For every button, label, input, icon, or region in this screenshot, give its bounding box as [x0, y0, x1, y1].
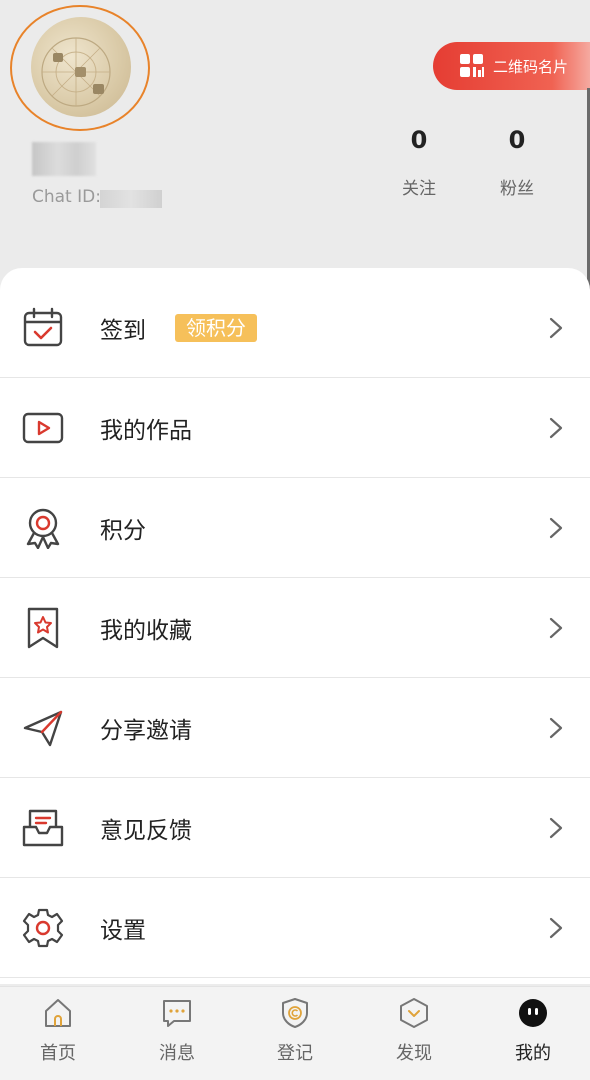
- gear-icon: [22, 908, 64, 948]
- profile-face-icon: [519, 999, 547, 1027]
- menu-label-share-invite: 分享邀请: [100, 718, 192, 744]
- chat-id-redacted: [100, 190, 162, 208]
- followers-count: 0: [508, 126, 526, 154]
- feedback-inbox-icon: [22, 809, 64, 847]
- tab-me[interactable]: 我的: [483, 987, 583, 1080]
- paper-plane-icon: [23, 710, 63, 747]
- chevron-right-icon: [549, 417, 563, 439]
- chat-id-label: Chat ID:: [32, 187, 101, 207]
- menu-label-checkin: 签到: [100, 318, 146, 344]
- following-stat[interactable]: 0 关注: [389, 126, 449, 199]
- profile-header: Chat ID: 二维码名片 0 关注 0 粉丝: [0, 0, 590, 280]
- menu-item-points[interactable]: 积分: [0, 478, 590, 578]
- menu-label-settings: 设置: [100, 918, 146, 944]
- tab-register[interactable]: 登记: [245, 987, 345, 1080]
- bottom-tab-bar: 首页 消息 登记 发现 我的: [0, 986, 590, 1080]
- chevron-right-icon: [549, 817, 563, 839]
- tab-label-messages: 消息: [159, 1043, 195, 1064]
- chevron-right-icon: [549, 517, 563, 539]
- tab-label-home: 首页: [40, 1043, 76, 1064]
- menu-label-favorites: 我的收藏: [100, 618, 192, 644]
- avatar[interactable]: [31, 17, 131, 117]
- tab-messages[interactable]: 消息: [127, 987, 227, 1080]
- points-badge: 领积分: [175, 314, 257, 342]
- tab-label-me: 我的: [515, 1043, 551, 1064]
- menu-item-share-invite[interactable]: 分享邀请: [0, 678, 590, 778]
- message-icon: [163, 1000, 191, 1027]
- menu-label-points: 积分: [100, 518, 146, 544]
- following-count: 0: [410, 126, 428, 154]
- tab-discover[interactable]: 发现: [364, 987, 464, 1080]
- tab-home[interactable]: 首页: [8, 987, 108, 1080]
- username-redacted: [32, 142, 96, 176]
- menu-item-checkin[interactable]: 签到 领积分: [0, 278, 590, 378]
- qr-card-button[interactable]: 二维码名片: [433, 42, 590, 90]
- bookmark-star-icon: [27, 607, 59, 649]
- menu-item-favorites[interactable]: 我的收藏: [0, 578, 590, 678]
- menu-label-my-works: 我的作品: [100, 418, 192, 444]
- menu-item-my-works[interactable]: 我的作品: [0, 378, 590, 478]
- medal-icon: [26, 508, 60, 549]
- followers-label: 粉丝: [500, 179, 534, 199]
- home-icon: [45, 999, 71, 1027]
- chevron-right-icon: [549, 917, 563, 939]
- menu-list: 签到 领积分 我的作品 积分 我的收藏 分享邀请 意见反馈 设置: [0, 268, 590, 984]
- discover-icon: [400, 998, 428, 1028]
- chevron-right-icon: [549, 617, 563, 639]
- menu-item-settings[interactable]: 设置: [0, 878, 590, 978]
- menu-label-feedback: 意见反馈: [100, 818, 192, 844]
- menu-item-feedback[interactable]: 意见反馈: [0, 778, 590, 878]
- followers-stat[interactable]: 0 粉丝: [487, 126, 547, 199]
- chevron-right-icon: [549, 317, 563, 339]
- tab-label-discover: 发现: [396, 1043, 432, 1064]
- video-play-icon: [22, 412, 64, 444]
- qr-grid-icon: [460, 54, 484, 77]
- register-shield-icon: [282, 998, 308, 1028]
- qr-card-label: 二维码名片: [493, 57, 569, 76]
- tab-label-register: 登记: [277, 1043, 313, 1064]
- following-label: 关注: [402, 179, 436, 199]
- chevron-right-icon: [549, 717, 563, 739]
- calendar-check-icon: [23, 307, 63, 347]
